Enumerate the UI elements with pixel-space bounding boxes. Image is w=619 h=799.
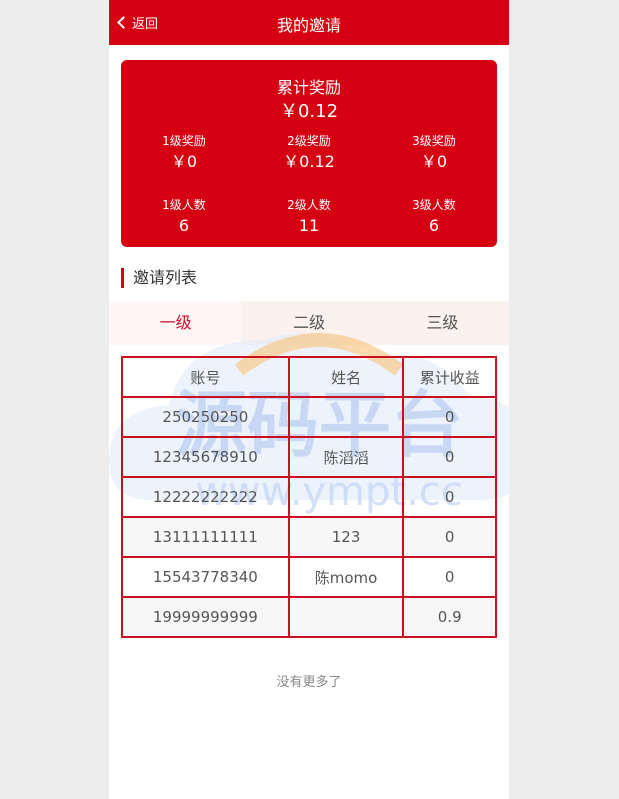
name-cell: 陈滔滔 [287,436,405,478]
column-header-name: 姓名 [287,356,405,398]
table-row: 15543778340 陈momo 0 [121,556,497,598]
table-row: 19999999999 0.9 [121,596,497,638]
earnings-cell: 0.9 [402,596,497,638]
column-header-earnings: 累计收益 [402,356,497,398]
level1-reward: 1级奖励 ￥0 [124,133,244,173]
stat-label: 2级奖励 [287,134,331,148]
account-cell: 12345678910 [121,436,290,478]
tab-level-1[interactable]: 一级 [109,301,243,345]
invite-table: 账号 姓名 累计收益 250250250 0 12345678910 陈滔滔 0… [121,356,497,638]
account-cell: 250250250 [121,396,290,438]
earnings-cell: 0 [402,436,497,478]
name-cell [287,476,405,518]
earnings-cell: 0 [402,556,497,598]
earnings-cell: 0 [402,476,497,518]
account-cell: 13111111111 [121,516,290,558]
table-row: 13111111111 123 0 [121,516,497,558]
tab-level-2[interactable]: 二级 [242,301,375,345]
name-cell [287,596,405,638]
table-header-row: 账号 姓名 累计收益 [121,356,497,398]
level-tabs: 一级 二级 三级 [109,301,509,345]
stat-value: ￥0 [420,152,448,171]
stat-label: 3级人数 [412,198,456,212]
stat-value: 6 [428,216,440,235]
column-header-account: 账号 [121,356,290,398]
stat-label: 1级奖励 [162,134,206,148]
no-more-text: 没有更多了 [276,675,342,690]
name-cell: 123 [287,516,405,558]
table-row: 12222222222 0 [121,476,497,518]
level2-reward: 2级奖励 ￥0.12 [249,133,369,173]
page-title: 我的邀请 [276,16,341,35]
total-reward-label: 累计奖励 [276,78,341,97]
stat-value: 6 [178,216,190,235]
top-bar: 返回 我的邀请 [109,0,509,45]
level3-count: 3级人数 6 [374,197,494,237]
stat-label: 3级奖励 [412,134,456,148]
earnings-cell: 0 [402,396,497,438]
table-row: 250250250 0 [121,396,497,438]
stat-label: 2级人数 [287,198,331,212]
reward-summary-card: 累计奖励 ￥0.12 1级奖励 ￥0 2级奖励 ￥0.12 3级奖励 ￥0 1级… [121,60,497,247]
account-cell: 15543778340 [121,556,290,598]
table-row: 12345678910 陈滔滔 0 [121,436,497,478]
level3-reward: 3级奖励 ￥0 [374,133,494,173]
earnings-cell: 0 [402,516,497,558]
stat-value: ￥0.12 [283,152,335,171]
stat-label: 1级人数 [162,198,206,212]
name-cell: 陈momo [287,556,405,598]
phone-screen: 返回 我的邀请 累计奖励 ￥0.12 1级奖励 ￥0 2级奖励 ￥0.12 3级… [109,0,509,799]
account-cell: 19999999999 [121,596,290,638]
invite-list-heading: 邀请列表 [121,268,197,288]
level1-count: 1级人数 6 [124,197,244,237]
total-reward-value: ￥0.12 [279,101,339,122]
account-cell: 12222222222 [121,476,290,518]
tab-level-3[interactable]: 三级 [376,301,509,345]
stat-value: 11 [298,216,320,235]
level2-count: 2级人数 11 [249,197,369,237]
name-cell [287,396,405,438]
stat-value: ￥0 [170,152,198,171]
